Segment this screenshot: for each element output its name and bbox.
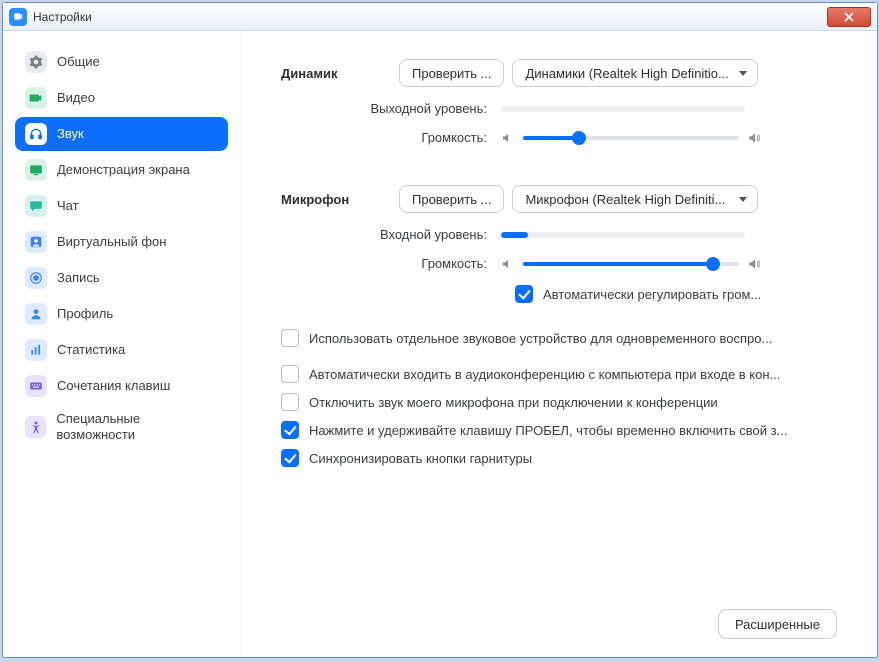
auto-join-audio-label: Автоматически входить в аудиоконференцию… [309,367,780,382]
volume-high-icon [747,131,761,145]
auto-adjust-mic-label: Автоматически регулировать гром... [543,287,761,302]
checkbox-icon [515,285,533,303]
advanced-button-label: Расширенные [735,617,820,632]
settings-sidebar: Общие Видео Звук Демонстрация экрана [3,31,241,657]
speaker-device-select[interactable]: Динамики (Realtek High Definitio... [512,59,758,87]
sync-headset-label: Синхронизировать кнопки гарнитуры [309,451,532,466]
space-unmute-checkbox[interactable]: Нажмите и удерживайте клавишу ПРОБЕЛ, чт… [281,421,837,439]
test-speaker-button[interactable]: Проверить ... [399,59,504,87]
audio-settings-panel: Динамик Проверить ... Динамики (Realtek … [241,31,877,657]
input-level-label: Входной уровень: [281,227,501,242]
speaker-section-label: Динамик [281,66,399,81]
mic-device-select[interactable]: Микрофон (Realtek High Definiti... [512,185,758,213]
test-mic-button[interactable]: Проверить ... [399,185,504,213]
statistics-icon [25,339,47,361]
mic-volume-label: Громкость: [281,256,501,271]
sidebar-item-label: Специальные возможности [56,411,218,442]
headphones-icon [25,123,47,145]
speaker-volume-label: Громкость: [281,130,501,145]
sidebar-item-audio[interactable]: Звук [15,117,228,151]
separate-device-label: Использовать отдельное звуковое устройст… [309,331,772,346]
sidebar-item-label: Виртуальный фон [57,234,166,250]
sidebar-item-label: Статистика [57,342,125,358]
accessibility-icon [25,416,46,438]
sidebar-item-profile[interactable]: Профиль [15,297,228,331]
titlebar: Настройки [3,3,877,31]
mic-section-label: Микрофон [281,192,399,207]
profile-icon [25,303,47,325]
volume-low-icon [501,258,515,270]
mute-on-join-checkbox[interactable]: Отключить звук моего микрофона при подкл… [281,393,837,411]
checkbox-icon [281,329,299,347]
sidebar-item-shortcuts[interactable]: Сочетания клавиш [15,369,228,403]
chat-icon [25,195,47,217]
window-title: Настройки [33,10,92,24]
sidebar-item-label: Видео [57,90,95,106]
speaker-output-level-meter [501,106,745,112]
gear-icon [25,51,47,73]
sidebar-item-share-screen[interactable]: Демонстрация экрана [15,153,228,187]
sidebar-item-label: Сочетания клавиш [57,378,170,394]
separate-device-checkbox[interactable]: Использовать отдельное звуковое устройст… [281,329,837,347]
sidebar-item-video[interactable]: Видео [15,81,228,115]
sidebar-item-label: Запись [57,270,100,286]
checkbox-icon [281,365,299,383]
sidebar-item-recording[interactable]: Запись [15,261,228,295]
mute-on-join-label: Отключить звук моего микрофона при подкл… [309,395,718,410]
sidebar-item-label: Чат [57,198,79,214]
test-mic-label: Проверить ... [412,192,491,207]
mic-device-value: Микрофон (Realtek High Definiti... [525,192,725,207]
speaker-volume-slider[interactable] [523,136,739,140]
advanced-button[interactable]: Расширенные [718,609,837,639]
mic-volume-slider[interactable] [523,262,739,266]
sidebar-item-label: Звук [57,126,84,142]
share-screen-icon [25,159,47,181]
volume-low-icon [501,132,515,144]
volume-high-icon [747,257,761,271]
checkbox-icon [281,449,299,467]
sidebar-item-label: Общие [57,54,100,70]
output-level-label: Выходной уровень: [281,101,501,116]
checkbox-icon [281,393,299,411]
close-button[interactable] [827,7,871,27]
sync-headset-checkbox[interactable]: Синхронизировать кнопки гарнитуры [281,449,837,467]
video-icon [25,87,47,109]
sidebar-item-general[interactable]: Общие [15,45,228,79]
auto-join-audio-checkbox[interactable]: Автоматически входить в аудиоконференцию… [281,365,837,383]
virtual-bg-icon [25,231,47,253]
recording-icon [25,267,47,289]
sidebar-item-label: Демонстрация экрана [57,162,190,178]
sidebar-item-statistics[interactable]: Статистика [15,333,228,367]
app-icon [9,8,27,26]
keyboard-icon [25,375,47,397]
sidebar-item-label: Профиль [57,306,113,322]
sidebar-item-accessibility[interactable]: Специальные возможности [15,405,228,448]
sidebar-item-virtual-bg[interactable]: Виртуальный фон [15,225,228,259]
speaker-device-value: Динамики (Realtek High Definitio... [525,66,728,81]
test-speaker-label: Проверить ... [412,66,491,81]
checkbox-icon [281,421,299,439]
mic-input-level-meter [501,232,745,238]
auto-adjust-mic-checkbox[interactable]: Автоматически регулировать гром... [515,285,761,303]
sidebar-item-chat[interactable]: Чат [15,189,228,223]
space-unmute-label: Нажмите и удерживайте клавишу ПРОБЕЛ, чт… [309,423,787,438]
